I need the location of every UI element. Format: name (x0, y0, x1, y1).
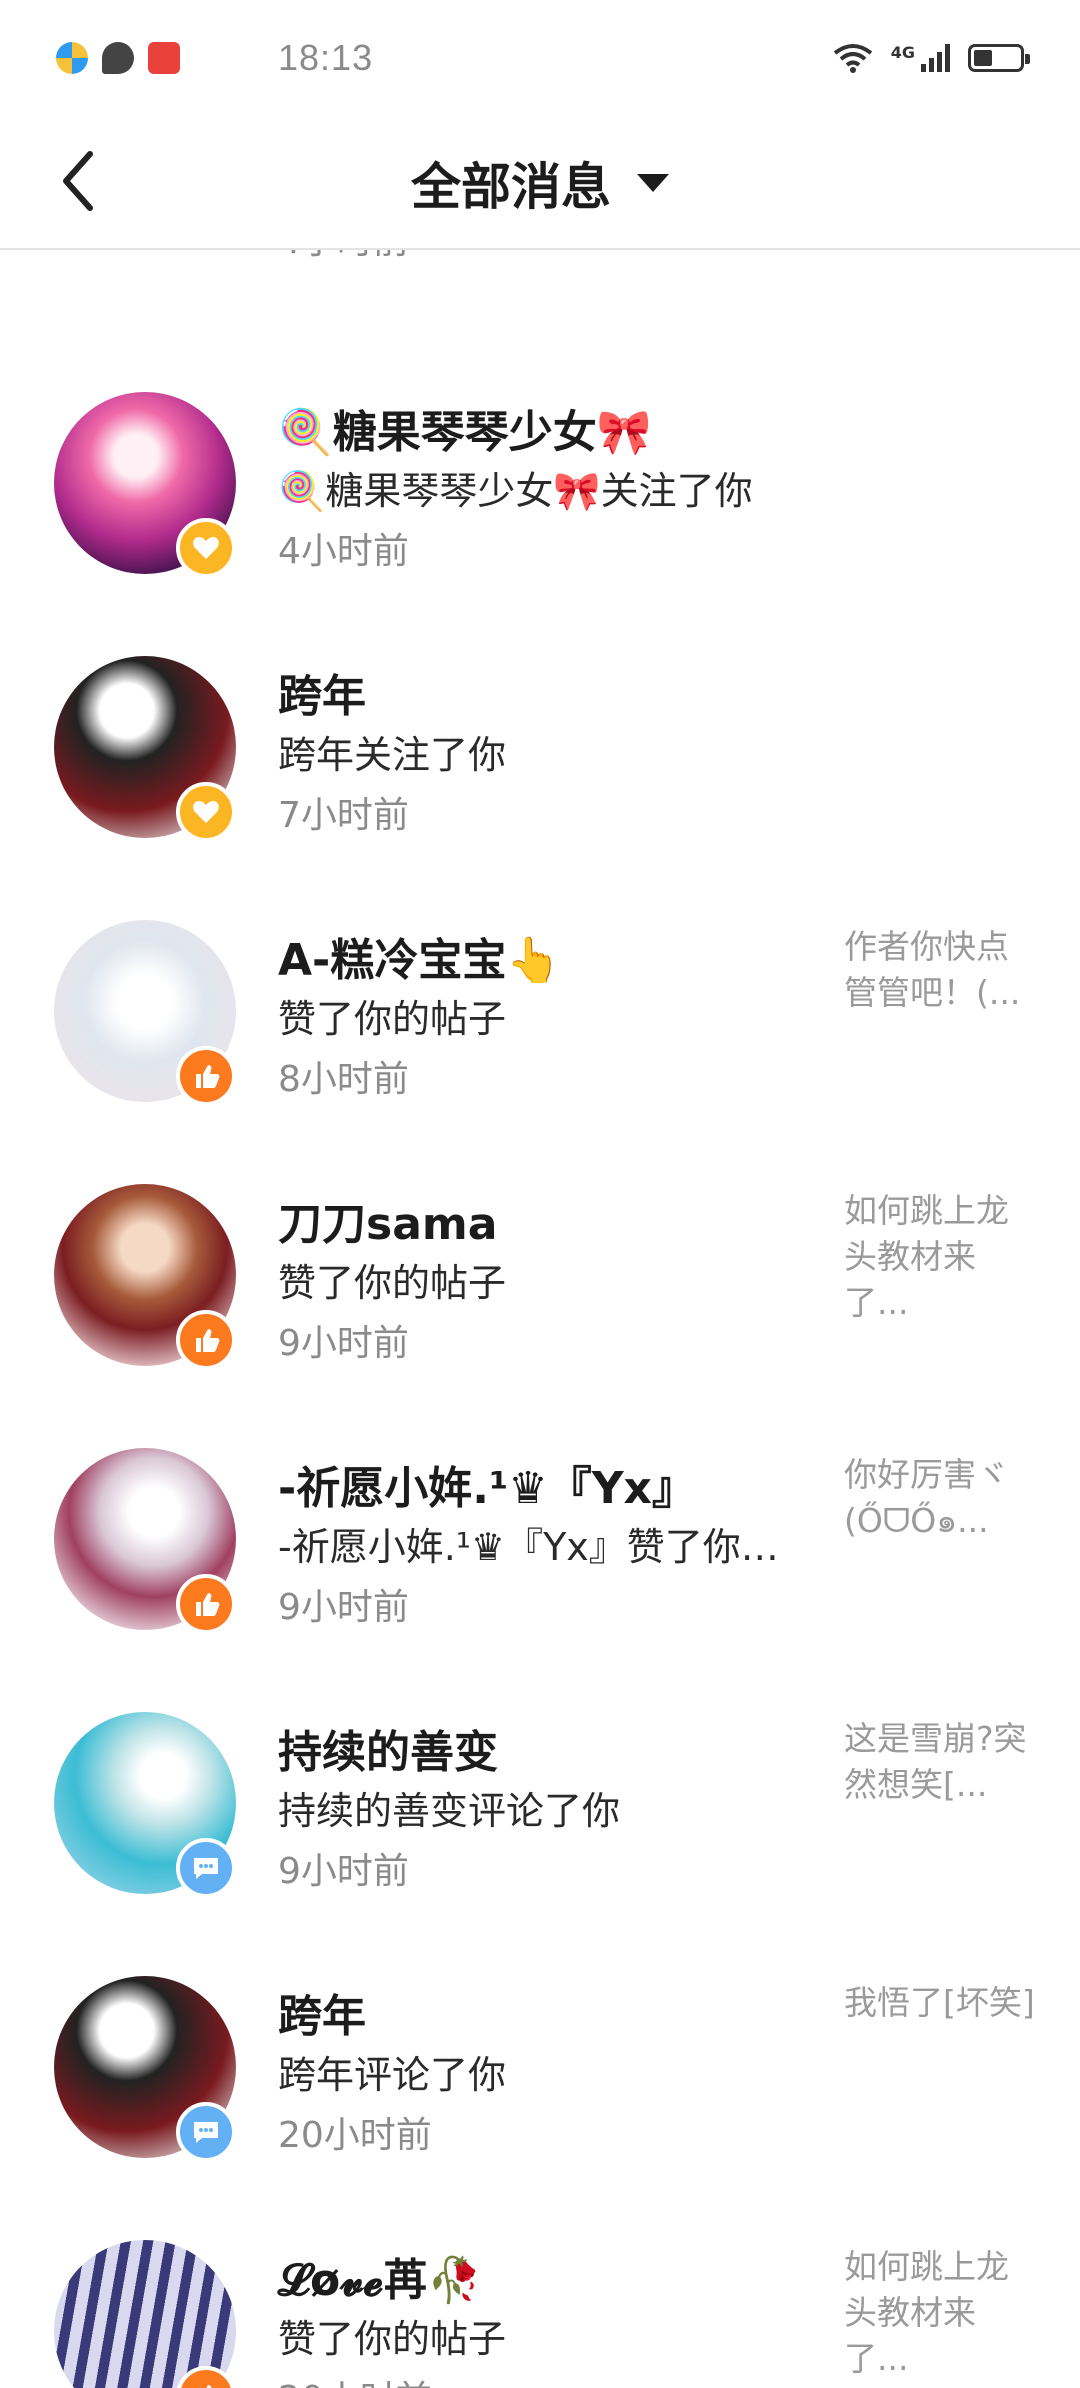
list-item[interactable]: 𝓛ø𝓿𝓮苒🥀 赞了你的帖子 20小时前 如何跳上龙头教材来了... (0, 2240, 1080, 2388)
list-item[interactable]: 跨年 跨年评论了你 20小时前 我悟了[坏笑] (0, 1976, 1080, 2240)
signal-icon (921, 44, 950, 72)
status-time: 18:13 (278, 37, 374, 78)
list-item[interactable]: 跨年 跨年关注了你 7小时前 (0, 656, 1080, 920)
list-item[interactable]: 4小时前 (0, 250, 1080, 318)
message-time: 4小时前 (278, 531, 409, 572)
like-badge (176, 1046, 236, 1106)
network-type-label: 4G (890, 43, 915, 62)
message-action: 跨年评论了你 (278, 2053, 507, 2097)
comment-icon (194, 1858, 218, 1879)
user-name[interactable]: 持续的善变 (278, 1716, 498, 1780)
user-name[interactable]: 跨年 (278, 1980, 366, 2044)
post-preview[interactable]: 你好厉害ヾ(ŐᗜŐ๑... (844, 1452, 1040, 1544)
user-name[interactable]: 刀刀sama (278, 1188, 497, 1252)
message-time: 9小时前 (278, 1587, 409, 1628)
header: 全部消息 (0, 116, 1080, 250)
page-title: 全部消息 (411, 158, 611, 216)
battery-icon (968, 44, 1030, 72)
title-dropdown[interactable]: 全部消息 (0, 116, 1080, 250)
list-item[interactable]: 🍭糖果琴琴少女🎀 🍭糖果琴琴少女🎀关注了你 4小时前 (0, 392, 1080, 656)
message-action: 赞了你的帖子 (278, 1261, 507, 1305)
post-preview[interactable]: 这是雪崩?突然想笑[... (844, 1716, 1040, 1808)
heart-icon (193, 801, 219, 823)
user-name[interactable]: 跨年 (278, 660, 366, 724)
message-action: 赞了你的帖子 (278, 2317, 507, 2361)
message-time: 7小时前 (278, 795, 409, 836)
list-item[interactable]: 持续的善变 持续的善变评论了你 9小时前 这是雪崩?突然想笑[... (0, 1712, 1080, 1976)
post-preview[interactable]: 作者你快点管管吧！(... (844, 924, 1040, 1016)
post-preview[interactable]: 我悟了[坏笑] (844, 1980, 1040, 2026)
message-time: 4小时前 (278, 250, 409, 264)
wifi-icon (833, 44, 872, 73)
message-time: 9小时前 (278, 1323, 409, 1364)
status-bar: 18:13 4G (0, 0, 1080, 116)
thumbs-up-icon (206, 2385, 212, 2388)
message-action: 赞了你的帖子 (278, 997, 507, 1041)
list-item[interactable]: A-糕冷宝宝👆 赞了你的帖子 8小时前 作者你快点管管吧！(... (0, 920, 1080, 1184)
follow-badge (176, 782, 236, 842)
message-action: 跨年关注了你 (278, 733, 507, 777)
message-action: 🍭糖果琴琴少女🎀关注了你 (278, 469, 753, 513)
taobao-notification-icon (148, 42, 180, 74)
comment-badge (176, 1838, 236, 1898)
follow-badge (176, 518, 236, 578)
heart-icon (193, 537, 219, 559)
post-preview[interactable]: 如何跳上龙头教材来了... (844, 1188, 1040, 1326)
message-time: 20小时前 (278, 2370, 432, 2388)
message-time: 8小时前 (278, 1059, 409, 1100)
like-badge (176, 1574, 236, 1634)
message-time: 9小时前 (278, 1851, 409, 1892)
list-item[interactable]: -祈愿小姩.¹♛『Yx』 -祈愿小姩.¹♛『Yx』赞了你的... 9小时前 你好… (0, 1448, 1080, 1712)
user-name[interactable]: 𝓛ø𝓿𝓮苒🥀 (278, 2244, 482, 2308)
message-action: 持续的善变评论了你 (278, 1789, 621, 1833)
message-list[interactable]: 4小时前 🍭糖果琴琴少女🎀 🍭糖果琴琴少女🎀关注了你 4小时前 跨年 跨年关注了… (0, 250, 1080, 2388)
list-item[interactable]: 刀刀sama 赞了你的帖子 9小时前 如何跳上龙头教材来了... (0, 1184, 1080, 1448)
status-left: 18:13 (56, 37, 372, 78)
comment-icon (194, 2122, 218, 2143)
message-notification-icon (102, 42, 134, 74)
thumbs-up-icon (196, 1065, 220, 1088)
status-right: 4G (833, 43, 1030, 73)
caret-down-icon (637, 174, 669, 192)
message-time: 20小时前 (278, 2115, 432, 2156)
user-name[interactable]: A-糕冷宝宝👆 (278, 924, 561, 988)
message-action: -祈愿小姩.¹♛『Yx』赞了你的... (278, 1525, 808, 1569)
comment-badge (176, 2102, 236, 2162)
thumbs-up-icon (196, 1329, 220, 1352)
post-preview[interactable]: 如何跳上龙头教材来了... (844, 2244, 1040, 2382)
user-name[interactable]: -祈愿小姩.¹♛『Yx』 (278, 1452, 696, 1516)
app-notification-icon (56, 42, 88, 74)
user-name[interactable]: 🍭糖果琴琴少女🎀 (278, 396, 652, 460)
like-badge (176, 1310, 236, 1370)
thumbs-up-icon (196, 1593, 220, 1616)
